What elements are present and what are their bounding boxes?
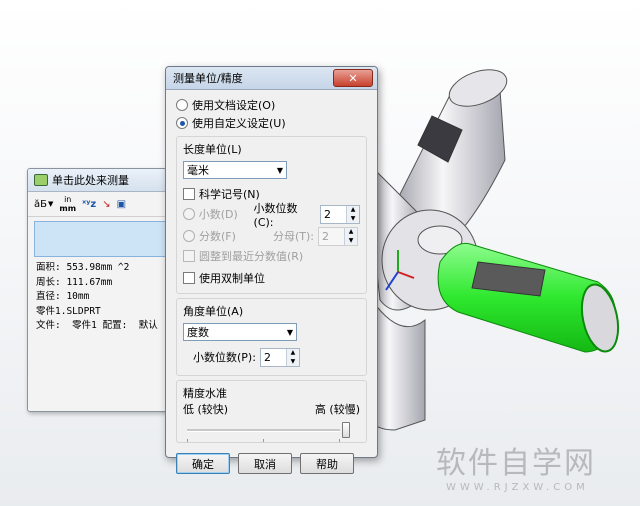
xyz-icon[interactable]: ˣʸz xyxy=(82,199,96,210)
checkbox-icon[interactable] xyxy=(183,250,195,262)
precision-group: 精度水准 低 (较快) 高 (较慢) xyxy=(176,380,367,443)
precision-label: 精度水准 xyxy=(183,387,227,400)
watermark: 软件自学网 WWW.RJZXW.COM xyxy=(436,438,636,493)
dual-units-label: 使用双制单位 xyxy=(199,272,265,285)
spin-down-icon[interactable]: ▼ xyxy=(347,214,359,223)
fraction-label: 分数(F) xyxy=(199,230,236,243)
spin-up-icon[interactable]: ▲ xyxy=(286,348,299,357)
radio-use-document[interactable]: 使用文档设定(O) xyxy=(176,96,367,114)
radio-selected-icon[interactable] xyxy=(176,117,188,129)
angle-unit-value: 度数 xyxy=(187,326,209,339)
spin-down-icon[interactable]: ▼ xyxy=(345,236,358,245)
result-diameter: 直径: 10mm xyxy=(36,291,90,302)
angle-decimal-places-label: 小数位数(P): xyxy=(193,351,256,364)
slider-track xyxy=(187,429,340,432)
spin-down-icon[interactable]: ▼ xyxy=(286,357,299,366)
mm-units-icon[interactable]: in mm xyxy=(59,194,77,213)
measure-results: 面积: 553.98mm ^2 周长: 111.67mm 直径: 10mm 零件1.S… xyxy=(28,257,176,338)
watermark-text: 软件自学网 xyxy=(436,446,596,481)
checkbox-icon[interactable] xyxy=(183,272,195,284)
abc-units-icon[interactable]: ăБ ▼ xyxy=(34,199,53,210)
point-to-point-icon[interactable]: ↘ xyxy=(102,199,110,210)
length-unit-value: 毫米 xyxy=(187,164,209,177)
measure-toolbar: ăБ ▼ in mm ˣʸz ↘ ▣ xyxy=(28,192,176,217)
decimal-label: 小数(D) xyxy=(198,208,238,221)
angle-decimal-places-spinner[interactable]: 2 ▲ ▼ xyxy=(259,347,300,367)
radio-use-custom[interactable]: 使用自定义设定(U) xyxy=(176,114,367,132)
angle-decimal-places-value: 2 xyxy=(263,350,271,364)
decimal-places-label: 小数位数(C): xyxy=(253,201,298,229)
history-icon[interactable]: ▣ xyxy=(117,199,126,210)
unit-top: in xyxy=(64,194,72,204)
dual-units-checkbox[interactable]: 使用双制单位 xyxy=(183,269,360,287)
help-button[interactable]: 帮助 xyxy=(300,453,354,474)
measure-tool-icon xyxy=(34,174,48,186)
chevron-down-icon: ▼ xyxy=(286,327,293,337)
measure-title: 单击此处来测量 xyxy=(52,174,129,187)
length-units-group: 长度单位(L) 毫米 ▼ 科学记号(N) 小数(D) 小数位数(C): 2 ▲ ▼ xyxy=(176,136,367,294)
sci-notation-label: 科学记号(N) xyxy=(199,188,260,201)
denominator-spinner[interactable]: 2 ▲ ▼ xyxy=(318,226,359,246)
decimal-places-spinner[interactable]: 2 ▲ ▼ xyxy=(320,204,360,224)
decimal-places-value: 2 xyxy=(324,207,331,221)
angle-units-label: 角度单位(A) xyxy=(183,305,244,318)
precision-slider[interactable] xyxy=(183,420,360,442)
spin-up-icon[interactable]: ▲ xyxy=(347,205,359,214)
angle-units-group: 角度单位(A) 度数 ▼ 小数位数(P): 2 ▲ ▼ xyxy=(176,298,367,376)
result-area: 面积: 553.98mm ^2 xyxy=(36,262,130,273)
precision-high-label: 高 (较慢) xyxy=(314,403,360,416)
dialog-buttons: 确定 取消 帮助 xyxy=(176,453,367,474)
result-perimeter: 周长: 111.67mm xyxy=(36,276,113,288)
dialog-title: 测量单位/精度 xyxy=(173,72,243,85)
slider-ticks xyxy=(187,439,340,442)
length-units-label: 长度单位(L) xyxy=(183,143,242,156)
length-unit-select[interactable]: 毫米 ▼ xyxy=(183,161,287,179)
watermark-url: WWW.RJZXW.COM xyxy=(446,482,589,493)
units-precision-dialog[interactable]: 测量单位/精度 ✕ 使用文档设定(O) 使用自定义设定(U) 长度单位(L) 毫… xyxy=(165,66,378,474)
dialog-title-bar[interactable]: 测量单位/精度 ✕ xyxy=(166,67,377,90)
angle-unit-select[interactable]: 度数 ▼ xyxy=(183,323,297,341)
result-part: 零件1.SLDPRT xyxy=(36,305,101,317)
close-button[interactable]: ✕ xyxy=(333,69,373,87)
measure-window[interactable]: 单击此处来测量 ăБ ▼ in mm ˣʸz ↘ ▣ 面积: 553.98mm ^… xyxy=(27,168,177,412)
round-fraction-checkbox[interactable]: 圆整到最近分数值(R) xyxy=(183,247,360,265)
ok-button[interactable]: 确定 xyxy=(176,453,230,474)
radio-icon[interactable] xyxy=(176,99,188,111)
radio-use-document-label: 使用文档设定(O) xyxy=(192,99,276,112)
cancel-button[interactable]: 取消 xyxy=(238,453,292,474)
denominator-value: 2 xyxy=(322,229,330,243)
cad-viewport[interactable]: 单击此处来测量 ăБ ▼ in mm ˣʸz ↘ ▣ 面积: 553.98mm ^… xyxy=(0,0,640,506)
chevron-down-icon: ▼ xyxy=(276,165,283,175)
radio-fraction[interactable] xyxy=(183,230,195,242)
spin-up-icon[interactable]: ▲ xyxy=(345,227,358,236)
denominator-label: 分母(T): xyxy=(273,230,315,243)
result-file: 文件: 零件1 配置: 默认 xyxy=(36,320,158,331)
radio-decimal[interactable] xyxy=(183,208,195,220)
radio-use-custom-label: 使用自定义设定(U) xyxy=(192,117,286,130)
unit-bottom: mm xyxy=(59,203,77,213)
selection-box[interactable] xyxy=(34,221,170,257)
slider-thumb[interactable] xyxy=(342,422,350,438)
precision-low-label: 低 (较快) xyxy=(183,403,229,416)
round-fraction-label: 圆整到最近分数值(R) xyxy=(199,250,304,263)
measure-title-bar[interactable]: 单击此处来测量 xyxy=(28,169,176,192)
checkbox-icon[interactable] xyxy=(183,188,195,200)
